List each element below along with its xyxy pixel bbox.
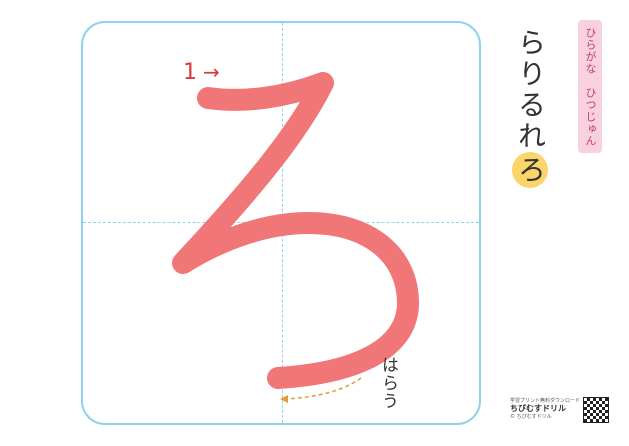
stroke-direction-arrow-icon: → bbox=[203, 60, 220, 84]
current-kana-highlight: ろ bbox=[512, 152, 548, 188]
footer-brand-logo: ちびむすドリル bbox=[510, 404, 566, 413]
qr-code-icon bbox=[583, 397, 609, 423]
row-label: ひらがな ひつじゅん bbox=[578, 20, 602, 153]
kana-item: れ bbox=[514, 121, 547, 152]
footer-copyright: © ちびむすドリル bbox=[510, 414, 552, 420]
kana-item: る bbox=[514, 90, 547, 121]
harau-label: はらう bbox=[378, 356, 398, 410]
footer: 学習プリント無料ダウンロード ちびむすドリル © ちびむすドリル bbox=[510, 397, 580, 421]
kana-row-list: らりるれろ bbox=[510, 28, 550, 188]
kana-item: ら bbox=[514, 28, 547, 59]
harau-arrowhead-icon bbox=[280, 395, 288, 403]
practice-box: 1 → はらう bbox=[81, 21, 481, 425]
kana-item: り bbox=[514, 59, 547, 90]
character-stroke-ro bbox=[172, 72, 419, 403]
stroke-order-number: 1 bbox=[183, 60, 197, 85]
stroke-path-1 bbox=[172, 72, 419, 389]
